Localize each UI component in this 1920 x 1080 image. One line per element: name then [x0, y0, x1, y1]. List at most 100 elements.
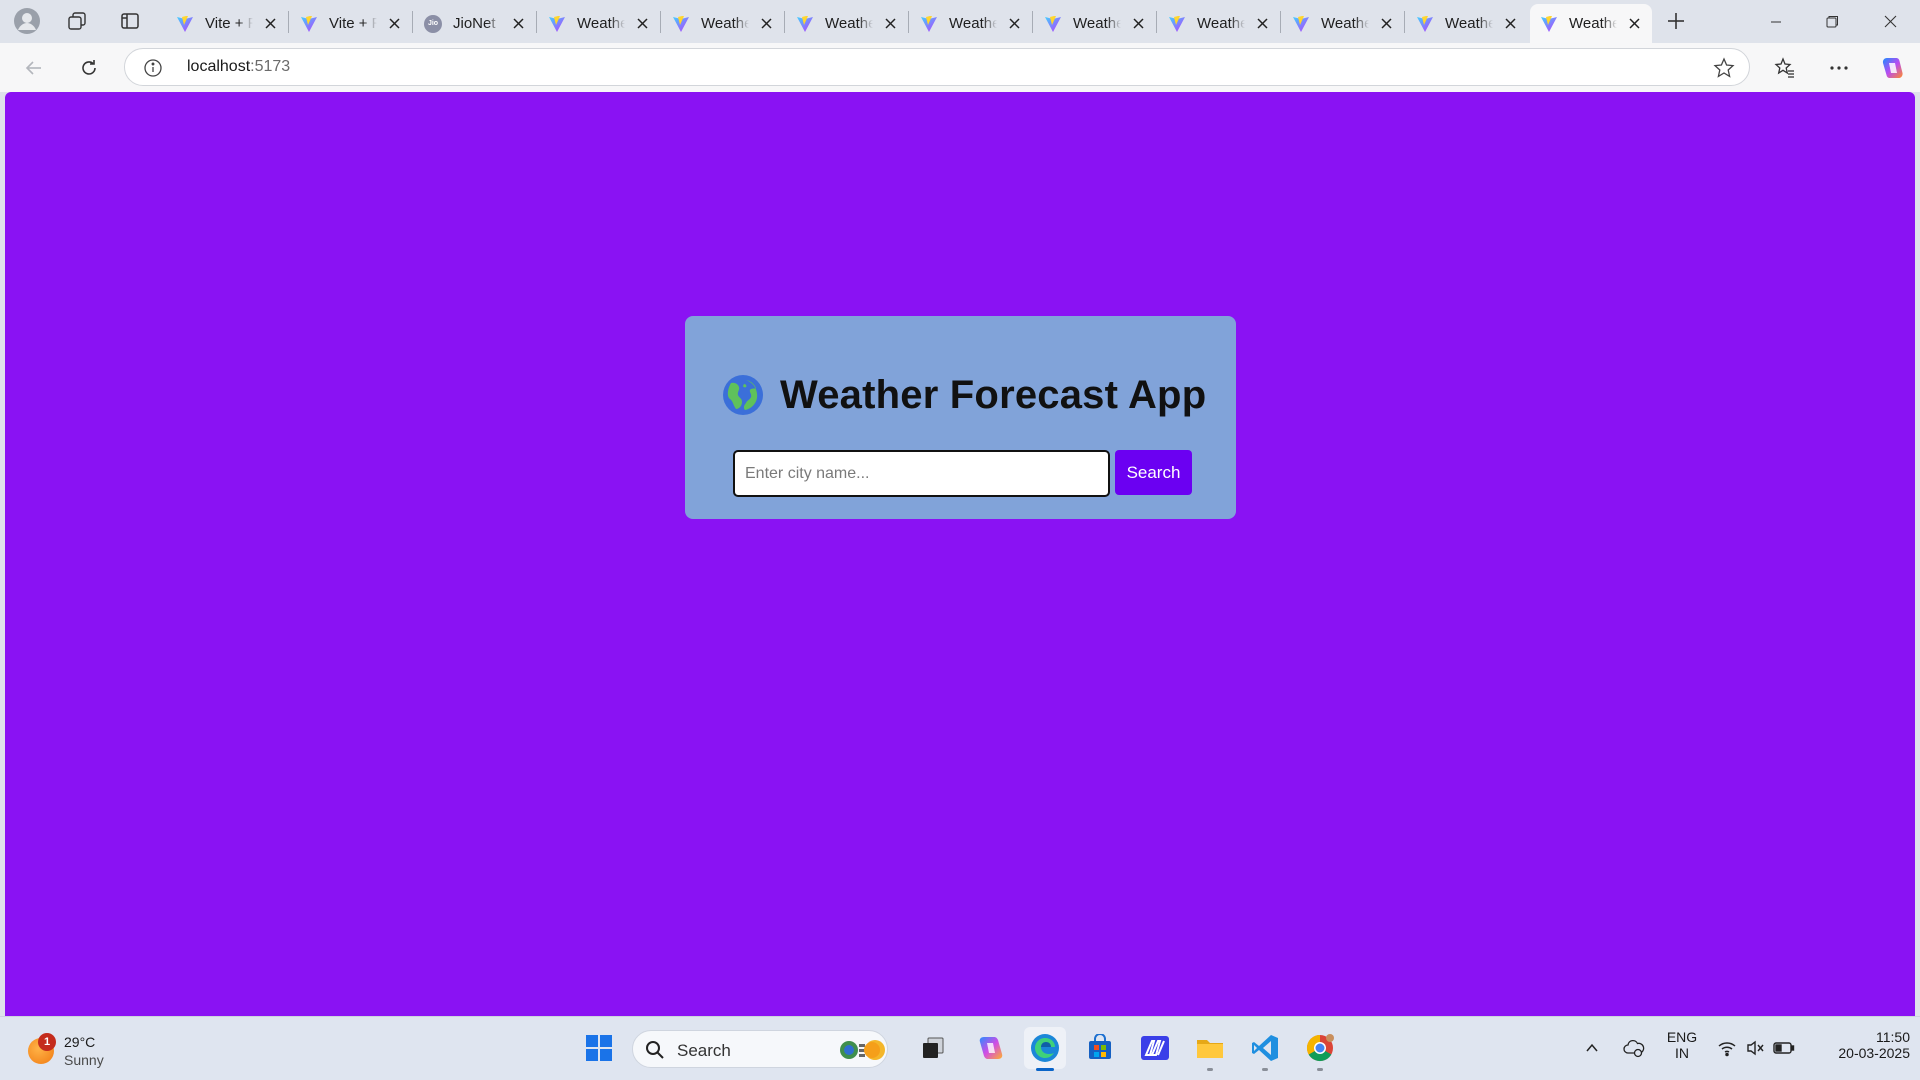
tab-title: Weather: [1569, 15, 1617, 32]
tab[interactable]: Weather: [662, 4, 784, 43]
tab[interactable]: Weather: [538, 4, 660, 43]
restore-button[interactable]: [1804, 0, 1860, 43]
vscode-icon: [1252, 1035, 1278, 1061]
tab-close-icon[interactable]: [1128, 14, 1148, 34]
star-icon[interactable]: [1713, 57, 1735, 79]
tab-separator: [660, 11, 661, 33]
restore-icon: [1826, 16, 1838, 28]
address-bar[interactable]: localhost:5173: [124, 48, 1750, 86]
tab-close-icon[interactable]: [756, 14, 776, 34]
tab-title: Weather: [1197, 15, 1245, 32]
browser-toolbar: localhost:5173: [0, 43, 1920, 92]
url-text[interactable]: localhost:5173: [187, 58, 290, 76]
globe-emoji-icon: [723, 375, 763, 415]
taskbar-search-box[interactable]: Search: [632, 1030, 888, 1068]
running-indicator: [1036, 1068, 1054, 1071]
tab-title: Weather: [949, 15, 997, 32]
edge-taskbar-button[interactable]: [1024, 1027, 1066, 1071]
tab[interactable]: Weather: [1282, 4, 1404, 43]
clock-date: 20-03-2025: [1838, 1045, 1910, 1061]
tab-close-icon[interactable]: [880, 14, 900, 34]
profile-button[interactable]: [10, 6, 44, 36]
tab[interactable]: Vite + React: [290, 4, 412, 43]
tab-close-icon[interactable]: [384, 14, 404, 34]
running-indicator: [1262, 1068, 1268, 1071]
tab-separator: [784, 11, 785, 33]
tab-close-icon[interactable]: [1500, 14, 1520, 34]
windows-taskbar: 1 29°C Sunny Search ENG IN 11:50 20-03-2…: [0, 1016, 1920, 1080]
language-indicator[interactable]: ENG IN: [1664, 1029, 1700, 1061]
tab-close-icon[interactable]: [1624, 14, 1644, 34]
tab-close-icon[interactable]: [1376, 14, 1396, 34]
vite-icon: [1292, 15, 1310, 33]
weather-temperature: 29°C: [64, 1034, 96, 1050]
copilot-button[interactable]: [1874, 50, 1910, 86]
tab[interactable]: Weather: [910, 4, 1032, 43]
close-window-button[interactable]: [1862, 0, 1918, 43]
tab[interactable]: Weather: [786, 4, 908, 43]
city-search-input[interactable]: [733, 450, 1110, 497]
app-taskbar-button[interactable]: [1134, 1027, 1176, 1069]
clock[interactable]: 11:50 20-03-2025: [1810, 1029, 1910, 1061]
copilot-app-icon: [979, 1037, 1003, 1059]
workspaces-button[interactable]: [60, 6, 94, 36]
tab-close-icon[interactable]: [1004, 14, 1024, 34]
tab-title: Weather: [1321, 15, 1369, 32]
microsoft-store-icon: [1089, 1034, 1111, 1059]
chrome-taskbar-button[interactable]: [1299, 1027, 1341, 1071]
minimize-button[interactable]: [1748, 0, 1804, 43]
vite-icon: [1168, 15, 1186, 33]
quick-settings-button[interactable]: [1710, 1027, 1802, 1069]
tab-separator: [908, 11, 909, 33]
tab-separator: [1156, 11, 1157, 33]
show-hidden-icons-button[interactable]: [1572, 1027, 1612, 1069]
info-icon[interactable]: [143, 58, 163, 78]
url-port: :5173: [250, 58, 291, 75]
tab[interactable]: Jio JioNet: [414, 4, 536, 43]
vite-icon: [176, 15, 194, 33]
tab[interactable]: Weather: [1406, 4, 1528, 43]
start-button[interactable]: [578, 1027, 620, 1069]
tab-title: Vite + React: [329, 15, 377, 32]
onedrive-sync-button[interactable]: [1614, 1027, 1654, 1069]
tab-title: Weather: [1073, 15, 1121, 32]
notification-badge: 1: [38, 1033, 56, 1051]
settings-more-button[interactable]: [1821, 50, 1857, 86]
running-indicator: [1317, 1068, 1323, 1071]
tab-actions-icon: [121, 13, 139, 29]
tab-strip: Vite + React Vite + React Jio JioNet Weather…: [0, 0, 1920, 43]
tab[interactable]: Weather: [1034, 4, 1156, 43]
file-explorer-taskbar-button[interactable]: [1189, 1027, 1231, 1071]
running-indicator: [1207, 1068, 1213, 1071]
task-view-button[interactable]: [912, 1027, 954, 1069]
tab[interactable]: Vite + React: [166, 4, 288, 43]
vite-icon: [548, 15, 566, 33]
refresh-button[interactable]: [71, 50, 107, 86]
tab-close-icon[interactable]: [632, 14, 652, 34]
vertical-tabs-button[interactable]: [113, 6, 147, 36]
store-taskbar-button[interactable]: [1079, 1027, 1121, 1069]
back-button[interactable]: [16, 50, 52, 86]
jio-logo: Jio: [424, 14, 442, 33]
tab-separator: [1404, 11, 1405, 33]
new-tab-button[interactable]: [1658, 5, 1694, 37]
volume-muted-icon: [1747, 1040, 1764, 1056]
tab-active[interactable]: Weather: [1530, 4, 1652, 43]
vite-icon: [1044, 15, 1062, 33]
vscode-taskbar-button[interactable]: [1244, 1027, 1286, 1071]
copilot-icon: [1882, 58, 1903, 78]
close-icon: [1884, 15, 1896, 28]
search-button[interactable]: Search: [1115, 450, 1192, 495]
favorites-button[interactable]: [1767, 50, 1803, 86]
jio-icon: Jio: [424, 14, 442, 33]
cloud-sync-icon: [1623, 1039, 1645, 1058]
edge-icon: [1031, 1034, 1059, 1062]
tab-close-icon[interactable]: [1252, 14, 1272, 34]
vite-icon: [300, 15, 318, 33]
tab[interactable]: Weather: [1158, 4, 1280, 43]
tab-close-icon[interactable]: [508, 14, 528, 34]
tab-close-icon[interactable]: [260, 14, 280, 34]
copilot-taskbar-button[interactable]: [969, 1027, 1011, 1069]
search-highlight-icon: [840, 1040, 885, 1060]
tab-separator: [536, 11, 537, 33]
